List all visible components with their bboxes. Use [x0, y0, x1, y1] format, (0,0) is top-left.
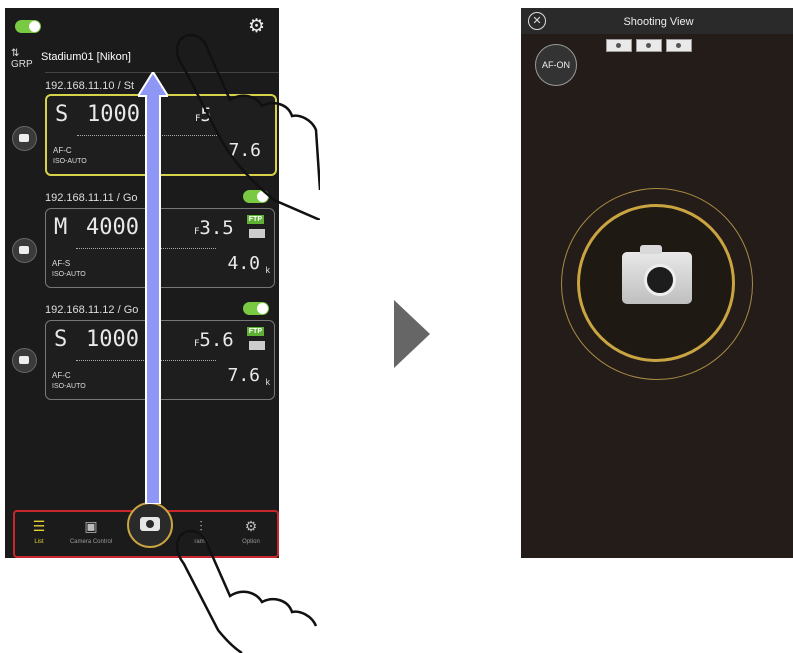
count-unit: k — [265, 265, 271, 275]
hand-pointer-icon — [175, 33, 320, 220]
ftp-badge: FTP — [246, 327, 264, 336]
shutter-speed: 1000 — [86, 327, 139, 352]
exposure-mode: M — [54, 215, 68, 240]
shots-remaining: 7.6 — [227, 365, 260, 386]
camera-indicator — [606, 39, 632, 52]
header-bar: ✕ Shooting View — [521, 8, 793, 34]
af-mode: AF-C — [52, 371, 71, 380]
iso-setting: ISO-AUTO — [52, 383, 86, 390]
camera-indicator — [636, 39, 662, 52]
hand-pointer-icon — [175, 529, 318, 653]
camera-ip-label: 192.168.11.11 / Go — [45, 192, 138, 204]
camera-indicators — [606, 39, 696, 57]
camera-indicator — [666, 39, 692, 52]
shutter-speed: 1000 — [87, 102, 140, 127]
battery-icon — [249, 341, 265, 350]
next-step-arrow — [394, 300, 430, 368]
shutter-button[interactable] — [127, 502, 173, 548]
exposure-mode: S — [55, 102, 69, 127]
camera-ip-label: 192.168.11.12 / Go — [45, 304, 139, 316]
count-unit: k — [265, 377, 271, 387]
af-mode: AF-S — [52, 259, 71, 268]
shutter-speed: 4000 — [86, 215, 139, 240]
network-icon: ⇅ GRP — [11, 48, 33, 70]
swipe-up-arrow — [138, 72, 168, 504]
tab-list[interactable]: ☰ List — [17, 518, 61, 545]
exposure-mode: S — [54, 327, 68, 352]
camera-icon[interactable] — [12, 348, 37, 373]
list-icon: ☰ — [32, 518, 46, 534]
camera-toggle[interactable] — [243, 302, 269, 315]
page-title: Shooting View — [623, 16, 694, 28]
tab-camera-control[interactable]: ▣ Camera Control — [69, 518, 113, 545]
shots-remaining: 4.0 — [227, 253, 260, 274]
stadium-name: Stadium01 [Nikon] — [41, 51, 131, 63]
af-mode: AF-C — [53, 146, 72, 155]
af-on-button[interactable]: AF-ON — [535, 44, 577, 86]
camera-icon — [140, 517, 160, 531]
iso-setting: ISO-AUTO — [52, 271, 86, 278]
aperture-value: F5.6 — [194, 329, 234, 351]
battery-icon — [249, 229, 265, 238]
aperture-value: F3.5 — [194, 217, 234, 239]
camera-control-icon: ▣ — [84, 518, 98, 534]
iso-setting: ISO-AUTO — [53, 158, 87, 165]
shooting-view-screen: ✕ Shooting View AF-ON — [521, 8, 793, 558]
master-toggle[interactable] — [15, 20, 41, 33]
camera-icon[interactable] — [12, 126, 37, 151]
camera-ip-label: 192.168.11.10 / St — [45, 80, 135, 92]
camera-icon — [622, 245, 692, 304]
camera-icon[interactable] — [12, 238, 37, 263]
